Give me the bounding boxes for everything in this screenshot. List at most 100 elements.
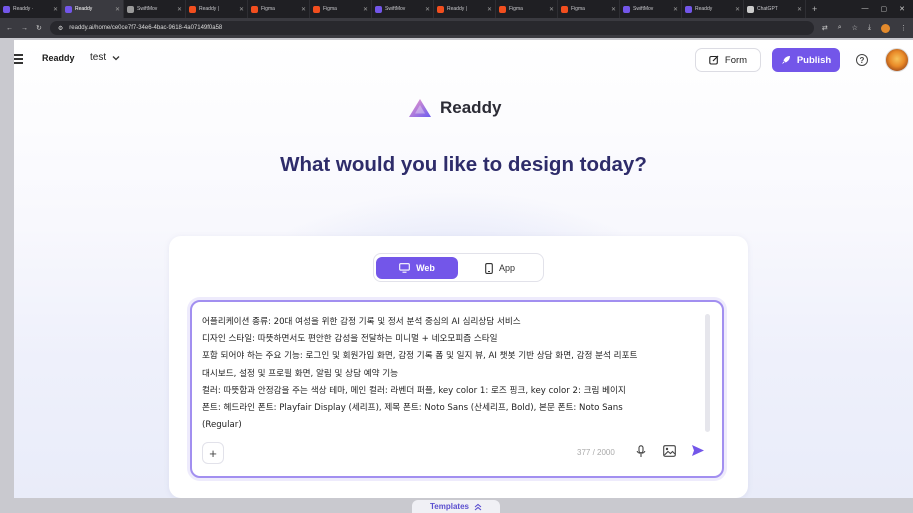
prompt-line: 컬러: 따뜻함과 안정감을 주는 색상 테마, 메인 컬러: 라벤더 퍼플, k… xyxy=(202,385,626,396)
tab-title: Readdy | xyxy=(199,6,219,12)
publish-button-label: Publish xyxy=(796,54,832,66)
tab-close-icon[interactable]: ✕ xyxy=(735,6,740,13)
user-avatar[interactable] xyxy=(885,48,909,72)
tab-title: Figma xyxy=(509,6,523,12)
tab-close-icon[interactable]: ✕ xyxy=(487,6,492,13)
tab-title: ChatGPT xyxy=(757,6,778,12)
prompt-input[interactable]: 어플리케이션 종류: 20대 여성을 위한 감정 기록 및 정서 분석 중심의 … xyxy=(190,300,724,478)
tab-title: SwiftMov xyxy=(385,6,406,12)
tab-close-icon[interactable]: ✕ xyxy=(549,6,554,13)
app-tab[interactable]: App xyxy=(470,257,530,279)
prompt-line: 대시보드, 설정 및 프로필 화면, 알림 및 상담 예약 기능 xyxy=(202,368,399,379)
tab-favicon-icon xyxy=(747,5,754,13)
microphone-icon[interactable] xyxy=(636,445,646,458)
tab-title: Readdy · xyxy=(13,6,34,12)
brand-name: Readdy xyxy=(42,53,75,63)
browser-tab[interactable]: Readdy | ✕ xyxy=(434,0,496,18)
tab-favicon-icon xyxy=(499,5,506,13)
browser-tab-strip: Readdy · ✕ Readdy ✕ SwiftMov ✕ Readdy | ✕ Figma ✕… xyxy=(0,0,913,18)
tab-close-icon[interactable]: ✕ xyxy=(115,6,120,13)
character-count: 377 / 2000 xyxy=(577,448,615,457)
readdy-logo-icon xyxy=(409,99,431,117)
browser-menu-icon[interactable]: ⋮ xyxy=(900,24,907,32)
publish-button[interactable]: Publish xyxy=(772,48,840,72)
project-name: test xyxy=(90,52,107,63)
hero-logo: Readdy xyxy=(408,98,501,118)
tab-close-icon[interactable]: ✕ xyxy=(673,6,678,13)
tab-favicon-icon xyxy=(437,5,444,13)
zoom-icon[interactable]: ⌕ xyxy=(838,24,842,32)
app-tab-label: App xyxy=(498,263,515,273)
tab-close-icon[interactable]: ✕ xyxy=(301,6,306,13)
forward-icon[interactable]: → xyxy=(21,25,28,32)
chevron-double-up-icon xyxy=(474,503,482,510)
prompt-text[interactable]: 어플리케이션 종류: 20대 여성을 위한 감정 기록 및 정서 분석 중심의 … xyxy=(202,314,702,434)
tab-close-icon[interactable]: ✕ xyxy=(177,6,182,13)
form-button[interactable]: Form xyxy=(695,48,761,72)
tab-favicon-icon xyxy=(65,5,72,13)
url-text: readdy.ai/home/ce0ce7f7-34e6-4bac-9618-4… xyxy=(69,25,223,31)
bookmark-star-icon[interactable]: ☆ xyxy=(852,24,858,32)
tab-close-icon[interactable]: ✕ xyxy=(611,6,616,13)
browser-tab[interactable]: Figma ✕ xyxy=(248,0,310,18)
back-icon[interactable]: ← xyxy=(6,25,13,32)
browser-tab[interactable]: Readdy ✕ xyxy=(682,0,744,18)
tab-favicon-icon xyxy=(685,5,692,13)
tab-title: Figma xyxy=(571,6,585,12)
templates-toggle[interactable]: Templates xyxy=(412,500,500,513)
tab-favicon-icon xyxy=(3,5,10,13)
browser-tab[interactable]: Readdy | ✕ xyxy=(186,0,248,18)
browser-tab[interactable]: SwiftMov ✕ xyxy=(124,0,186,18)
tab-close-icon[interactable]: ✕ xyxy=(239,6,244,13)
reload-icon[interactable]: ↻ xyxy=(36,24,42,32)
download-icon[interactable]: ⤓ xyxy=(868,24,871,32)
browser-tab[interactable]: ChatGPT ✕ xyxy=(744,0,806,18)
prompt-scrollbar[interactable] xyxy=(705,314,710,432)
tab-close-icon[interactable]: ✕ xyxy=(53,6,58,13)
browser-tab[interactable]: Figma ✕ xyxy=(496,0,558,18)
monitor-icon xyxy=(399,263,410,273)
smartphone-icon xyxy=(485,262,493,274)
hero-logo-text: Readdy xyxy=(440,98,502,117)
tab-favicon-icon xyxy=(623,5,630,13)
browser-tab[interactable]: SwiftMov ✕ xyxy=(372,0,434,18)
tab-title: SwiftMov xyxy=(137,6,158,12)
tab-close-icon[interactable]: ✕ xyxy=(363,6,368,13)
send-icon[interactable] xyxy=(691,444,705,457)
browser-tab[interactable]: Figma ✕ xyxy=(310,0,372,18)
tab-close-icon[interactable]: ✕ xyxy=(797,6,802,13)
tab-title: Readdy xyxy=(75,6,93,12)
tab-title: SwiftMov xyxy=(633,6,654,12)
chevron-down-icon xyxy=(112,55,120,60)
web-tab[interactable]: Web xyxy=(376,257,458,279)
templates-label: Templates xyxy=(430,502,469,511)
menu-icon[interactable] xyxy=(14,54,23,66)
help-icon[interactable]: ? xyxy=(856,54,868,66)
translate-icon[interactable]: ⇄ xyxy=(822,24,828,32)
add-attachment-button[interactable]: + xyxy=(202,442,224,464)
url-field[interactable]: ⚙ readdy.ai/home/ce0ce7f7-34e6-4bac-9618… xyxy=(49,21,814,35)
prompt-line: 폰트: 헤드라인 폰트: Playfair Display (세리프), 제목 … xyxy=(202,403,623,414)
form-button-label: Form xyxy=(724,54,748,66)
page-title: What would you like to design today? xyxy=(280,153,647,176)
tab-favicon-icon xyxy=(251,5,258,13)
browser-tab[interactable]: SwiftMov ✕ xyxy=(620,0,682,18)
image-upload-icon[interactable] xyxy=(663,445,676,457)
minimize-icon[interactable]: — xyxy=(862,5,869,13)
browser-tab[interactable]: Readdy · ✕ xyxy=(0,0,62,18)
browser-tab[interactable]: Figma ✕ xyxy=(558,0,620,18)
platform-toggle: Web App xyxy=(373,253,544,282)
new-tab-button[interactable]: + xyxy=(806,4,823,14)
window-controls: — ▢ ✕ xyxy=(862,5,913,13)
tab-favicon-icon xyxy=(313,5,320,13)
project-selector[interactable]: test xyxy=(90,52,120,63)
site-info-icon[interactable]: ⚙ xyxy=(58,25,63,32)
close-window-icon[interactable]: ✕ xyxy=(899,5,905,13)
app-page: Readdy test Form Publish ? Readdy What w… xyxy=(14,40,913,498)
browser-profile-avatar[interactable] xyxy=(881,23,890,33)
restore-icon[interactable]: ▢ xyxy=(881,5,888,13)
tab-close-icon[interactable]: ✕ xyxy=(425,6,430,13)
prompt-line: 어플리케이션 종류: 20대 여성을 위한 감정 기록 및 정서 분석 중심의 … xyxy=(202,317,521,327)
tab-title: Readdy xyxy=(695,6,713,12)
browser-tab[interactable]: Readdy ✕ xyxy=(62,0,124,18)
